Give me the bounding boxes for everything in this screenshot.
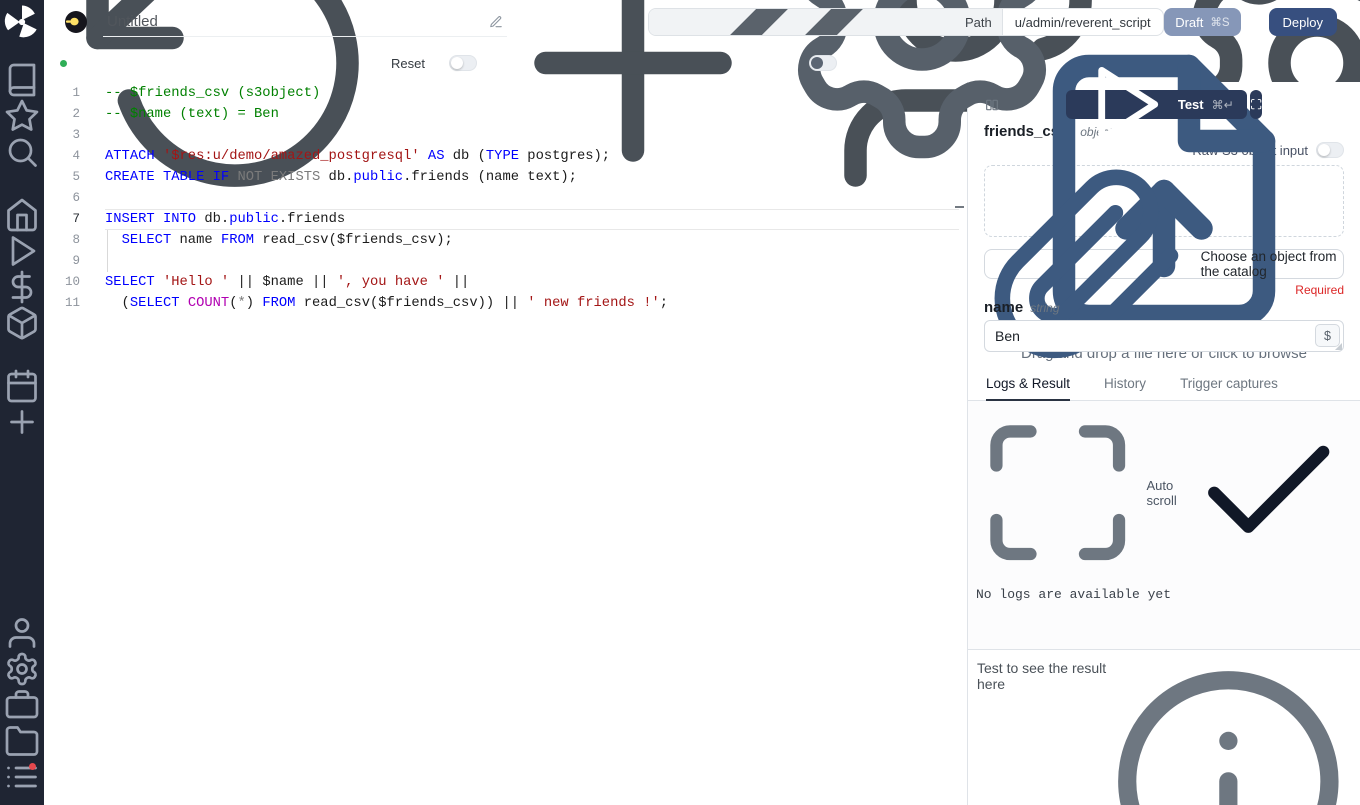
top-header: Untitled Path u/admin/reverent_script Se… bbox=[44, 0, 1360, 44]
gear-icon[interactable] bbox=[4, 651, 40, 687]
test-button[interactable]: Test ⌘↵ bbox=[1066, 90, 1247, 119]
columns-icon[interactable] bbox=[984, 97, 1000, 113]
field-name: name bbox=[984, 299, 1023, 316]
code-line-1[interactable]: 1-- $friends_csv (s3object) bbox=[44, 83, 967, 104]
notification-dot bbox=[29, 763, 36, 770]
maximize-icon bbox=[1250, 98, 1262, 110]
toolbox-icon[interactable] bbox=[4, 687, 40, 723]
expand-test-button[interactable] bbox=[1250, 90, 1262, 119]
field-type: string bbox=[1030, 301, 1059, 315]
logs-controls: Auto scroll bbox=[976, 411, 1350, 574]
name-input-wrap: $ bbox=[984, 320, 1344, 352]
deploy-label: Deploy bbox=[1283, 15, 1323, 30]
duckdb-language-icon bbox=[64, 10, 88, 34]
script-title-field[interactable]: Untitled bbox=[103, 7, 507, 37]
line-number: 6 bbox=[44, 188, 105, 209]
run-panel: Test ⌘↵ friends_csv* object Raw S bbox=[967, 82, 1360, 805]
line-number: 11 bbox=[44, 293, 105, 314]
name-input[interactable] bbox=[985, 321, 1343, 351]
sidebar bbox=[0, 0, 44, 805]
logs-area: Auto scroll No logs are available yet bbox=[968, 401, 1360, 650]
line-number: 9 bbox=[44, 251, 105, 272]
edit-path-button[interactable]: Path bbox=[649, 9, 1003, 35]
path-value[interactable]: u/admin/reverent_script bbox=[1003, 9, 1163, 35]
editor-scrollbar[interactable] bbox=[953, 82, 967, 805]
code-line-6[interactable]: 6 bbox=[44, 188, 967, 209]
test-label: Test bbox=[1178, 97, 1204, 112]
no-logs-message: No logs are available yet bbox=[976, 587, 1350, 602]
code-line-5[interactable]: 5CREATE TABLE IF NOT EXISTS db.public.fr… bbox=[44, 167, 967, 188]
line-number: 7 bbox=[44, 209, 105, 230]
code-line-11[interactable]: 11 (SELECT COUNT(*) FROM read_csv($frien… bbox=[44, 293, 967, 314]
sidebar-nav bbox=[4, 62, 40, 440]
draft-shortcut: ⌘S bbox=[1210, 15, 1229, 29]
boxes-icon[interactable] bbox=[4, 305, 40, 341]
line-number: 4 bbox=[44, 146, 105, 167]
tab-history[interactable]: History bbox=[1104, 376, 1146, 400]
plus-icon[interactable] bbox=[4, 404, 40, 440]
line-number: 8 bbox=[44, 230, 105, 251]
tab-logs-result[interactable]: Logs & Result bbox=[986, 376, 1070, 401]
code-line-10[interactable]: 10SELECT 'Hello ' || $name || ', you hav… bbox=[44, 272, 967, 293]
raw-s3-toggle[interactable] bbox=[1316, 142, 1344, 158]
pencil-icon bbox=[659, 8, 959, 36]
test-shortcut: ⌘↵ bbox=[1212, 98, 1234, 112]
draft-label: Draft bbox=[1175, 15, 1203, 30]
tab-trigger-captures[interactable]: Trigger captures bbox=[1180, 376, 1278, 400]
list-icon[interactable] bbox=[4, 759, 40, 795]
sidebar-bottom-nav bbox=[4, 615, 40, 795]
cursor-position-marker bbox=[955, 206, 964, 208]
draft-button[interactable]: Draft ⌘S bbox=[1164, 8, 1240, 36]
pencil-icon[interactable] bbox=[489, 15, 503, 29]
line-number: 1 bbox=[44, 83, 105, 104]
line-number: 2 bbox=[44, 104, 105, 125]
result-area: Test to see the result here bbox=[968, 650, 1360, 805]
search-icon[interactable] bbox=[4, 134, 40, 170]
resize-handle[interactable] bbox=[1335, 343, 1342, 350]
code-line-4[interactable]: 4ATTACH '$res:u/demo/amazed_postgresql' … bbox=[44, 146, 967, 167]
reset-label: Reset bbox=[391, 56, 425, 71]
run-panel-toolbar: Test ⌘↵ bbox=[968, 90, 1360, 119]
toggle-1[interactable] bbox=[449, 55, 477, 71]
home-icon[interactable] bbox=[4, 197, 40, 233]
play-icon bbox=[1079, 59, 1170, 150]
toggle-2[interactable] bbox=[809, 55, 837, 71]
content-area: 1-- $friends_csv (s3object)2-- $name (te… bbox=[44, 82, 1360, 805]
code-line-7[interactable]: 7INSERT INTO db.public.friends bbox=[44, 209, 967, 230]
autoscroll-label: Auto scroll bbox=[1146, 478, 1179, 508]
line-number: 5 bbox=[44, 167, 105, 188]
check-icon[interactable] bbox=[1187, 411, 1350, 574]
info-icon[interactable] bbox=[1107, 660, 1350, 805]
play-icon[interactable] bbox=[4, 233, 40, 269]
sync-status-dot bbox=[60, 60, 67, 67]
line-number: 10 bbox=[44, 272, 105, 293]
star-icon[interactable] bbox=[4, 98, 40, 134]
choose-object-button[interactable]: Choose an object from the catalog bbox=[984, 249, 1344, 279]
code-line-9[interactable]: 9 bbox=[44, 251, 967, 272]
windmill-logo-icon[interactable] bbox=[0, 0, 44, 44]
test-button-group: Test ⌘↵ bbox=[1066, 90, 1262, 119]
script-title: Untitled bbox=[107, 13, 158, 30]
code-line-3[interactable]: 3 bbox=[44, 125, 967, 146]
maximize-icon[interactable] bbox=[976, 411, 1139, 574]
result-placeholder: Test to see the result here bbox=[977, 660, 1107, 692]
code-line-8[interactable]: 8 SELECT name FROM read_csv($friends_csv… bbox=[44, 230, 967, 251]
choose-object-label: Choose an object from the catalog bbox=[1201, 249, 1343, 279]
code-editor[interactable]: 1-- $friends_csv (s3object)2-- $name (te… bbox=[44, 82, 967, 805]
book-icon[interactable] bbox=[4, 62, 40, 98]
panel-tabs: Logs & Result History Trigger captures bbox=[968, 376, 1360, 401]
main-area: Untitled Path u/admin/reverent_script Se… bbox=[44, 0, 1360, 805]
path-label: Path bbox=[965, 15, 992, 30]
user-icon[interactable] bbox=[4, 615, 40, 651]
path-control: Path u/admin/reverent_script bbox=[648, 8, 1164, 36]
line-number: 3 bbox=[44, 125, 105, 146]
code-line-2[interactable]: 2-- $name (text) = Ben bbox=[44, 104, 967, 125]
folder-icon[interactable] bbox=[4, 723, 40, 759]
calendar-icon[interactable] bbox=[4, 368, 40, 404]
dollar-icon[interactable] bbox=[4, 269, 40, 305]
deploy-button[interactable]: Deploy bbox=[1269, 8, 1337, 36]
app-window: Untitled Path u/admin/reverent_script Se… bbox=[0, 0, 1360, 805]
